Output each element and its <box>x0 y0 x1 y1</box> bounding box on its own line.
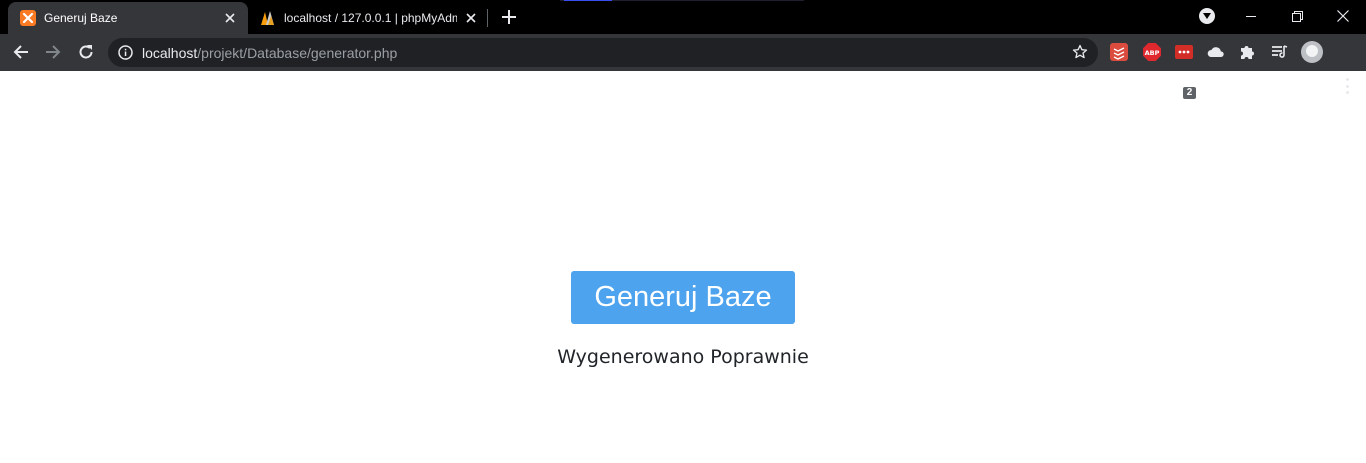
close-tab-icon[interactable] <box>222 10 238 26</box>
minimize-icon[interactable] <box>1228 0 1274 32</box>
url-text[interactable]: localhost/projekt/Database/generator.php <box>142 45 397 61</box>
tab-strip-highlight <box>560 0 804 1</box>
extension-badge: 2 <box>1183 87 1196 99</box>
tab-title: Generuj Baze <box>44 11 118 25</box>
tab-title: localhost / 127.0.0.1 | phpMyAdmin <box>284 11 458 25</box>
close-tab-icon[interactable] <box>463 10 478 26</box>
adblock-plus-label: ABP <box>1145 49 1160 57</box>
tab-search-icon[interactable] <box>1199 8 1215 24</box>
tab-generuj-baze[interactable]: Generuj Baze <box>8 2 248 34</box>
tab-phpmyadmin[interactable]: localhost / 127.0.0.1 | phpMyAdmin <box>248 2 488 34</box>
url-host: localhost <box>142 45 198 61</box>
address-bar[interactable]: localhost/projekt/Database/generator.php <box>108 38 1098 67</box>
phpmyadmin-icon <box>260 10 276 26</box>
bookmark-star-icon[interactable] <box>1072 44 1088 60</box>
new-tab-icon[interactable] <box>498 6 520 28</box>
tab-strip: Generuj Baze localhost / 127.0.0.1 | php… <box>0 0 1366 34</box>
password-manager-icon[interactable] <box>1175 43 1193 61</box>
xampp-icon <box>20 10 36 26</box>
cloud-icon[interactable] <box>1207 43 1225 61</box>
reload-icon[interactable] <box>73 39 99 65</box>
extensions-puzzle-icon[interactable] <box>1238 43 1256 61</box>
close-window-icon[interactable] <box>1320 0 1366 32</box>
tab-separator <box>487 9 488 27</box>
profile-avatar[interactable] <box>1301 41 1323 63</box>
status-message: Wygenerowano Poprawnie <box>557 346 809 368</box>
forward-icon[interactable] <box>40 39 66 65</box>
url-path: /projekt/Database/generator.php <box>197 45 398 61</box>
generate-database-button[interactable]: Generuj Baze <box>571 271 795 324</box>
restore-icon[interactable] <box>1274 0 1320 32</box>
todoist-icon[interactable] <box>1110 43 1128 61</box>
reading-list-icon[interactable] <box>1270 43 1288 61</box>
adblock-plus-icon[interactable]: ABP <box>1143 43 1161 61</box>
back-icon[interactable] <box>8 39 34 65</box>
browser-menu-icon[interactable] <box>1340 78 1354 94</box>
browser-toolbar: localhost/projekt/Database/generator.php… <box>0 34 1366 99</box>
site-info-icon[interactable] <box>118 45 133 60</box>
